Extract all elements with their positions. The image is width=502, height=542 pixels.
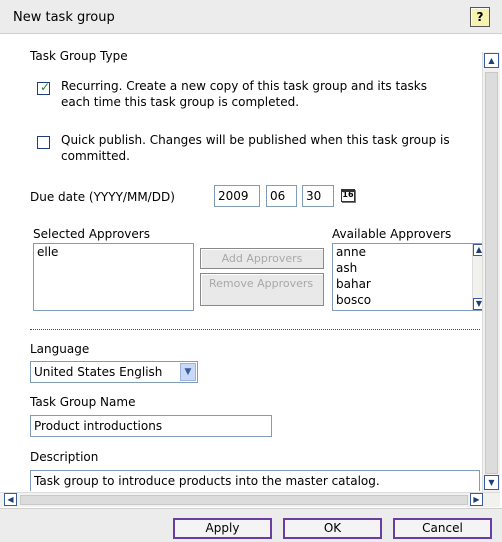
list-item[interactable]: bosco	[333, 292, 482, 308]
language-select-value: United States English	[34, 365, 163, 379]
available-approvers-scrollbar[interactable]: ▲ ▼	[472, 244, 482, 310]
recurring-label-line1: Recurring. Create a new copy of this tas…	[61, 79, 428, 93]
calendar-icon[interactable]: 16	[341, 189, 355, 202]
list-item[interactable]: bahar	[333, 276, 482, 292]
due-date-label: Due date (YYYY/MM/DD)	[30, 190, 175, 204]
scroll-up-icon[interactable]: ▲	[473, 244, 482, 256]
list-item[interactable]: anne	[333, 244, 482, 260]
list-item[interactable]: elle	[34, 244, 193, 260]
dialog-footer: Apply OK Cancel	[0, 508, 502, 542]
quick-publish-label-line2: committed.	[61, 149, 130, 163]
add-approvers-button[interactable]: Add Approvers	[200, 248, 324, 269]
dialog-title: New task group	[13, 10, 115, 25]
quick-publish-checkbox[interactable]	[37, 136, 50, 149]
scroll-down-icon[interactable]: ▼	[484, 475, 499, 490]
task-group-name-label: Task Group Name	[30, 395, 136, 409]
scroll-thumb[interactable]	[20, 495, 468, 505]
cancel-button[interactable]: Cancel	[393, 518, 492, 539]
description-input[interactable]: Task group to introduce products into th…	[30, 470, 480, 491]
recurring-checkbox[interactable]: ✓	[37, 80, 51, 95]
due-date-day-input[interactable]: 30	[302, 185, 334, 207]
scroll-right-icon[interactable]: ▶	[470, 493, 483, 506]
chevron-down-icon[interactable]: ▼	[180, 363, 196, 381]
checkmark-icon: ✓	[40, 80, 51, 94]
language-label: Language	[30, 342, 90, 356]
scroll-up-icon[interactable]: ▲	[484, 53, 499, 68]
recurring-label-line2: each time this task group is completed.	[61, 95, 300, 109]
help-icon[interactable]: ?	[470, 7, 490, 27]
section-divider	[30, 329, 480, 330]
selected-approvers-label: Selected Approvers	[33, 227, 150, 241]
scroll-down-icon[interactable]: ▼	[473, 298, 482, 310]
scroll-thumb[interactable]	[485, 72, 498, 474]
task-group-name-input[interactable]: Product introductions	[30, 415, 272, 437]
ok-button[interactable]: OK	[283, 518, 382, 539]
content-horizontal-scrollbar[interactable]: ◀ ▶	[0, 492, 500, 507]
available-approvers-list[interactable]: anne ash bahar bosco	[332, 243, 482, 311]
available-approvers-label: Available Approvers	[332, 227, 452, 241]
description-label: Description	[30, 450, 99, 464]
due-date-month-input[interactable]: 06	[266, 185, 297, 207]
language-select[interactable]: United States English ▼	[30, 361, 198, 383]
remove-approvers-button[interactable]: Remove Approvers	[200, 273, 324, 306]
task-group-type-label: Task Group Type	[30, 49, 128, 63]
dialog-titlebar: New task group ?	[0, 0, 502, 34]
apply-button[interactable]: Apply	[173, 518, 272, 539]
selected-approvers-list[interactable]: elle	[33, 243, 194, 311]
quick-publish-label-line1: Quick publish. Changes will be published…	[61, 133, 450, 147]
dialog-content: Task Group Type ✓ Recurring. Create a ne…	[0, 35, 482, 491]
due-date-year-input[interactable]: 2009	[214, 185, 260, 207]
content-vertical-scrollbar[interactable]: ▲ ▼	[482, 52, 500, 492]
scroll-left-icon[interactable]: ◀	[4, 493, 17, 506]
list-item[interactable]: ash	[333, 260, 482, 276]
